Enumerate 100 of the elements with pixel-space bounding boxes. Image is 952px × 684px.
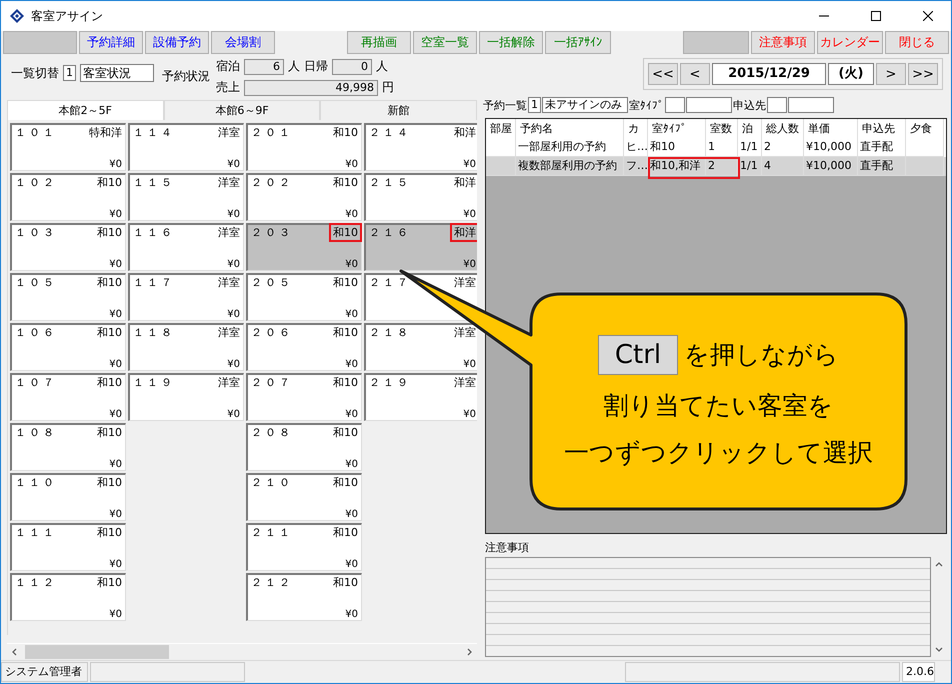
room-card[interactable]: １１０ 和10 ¥0 [10,473,126,521]
toolbar-button[interactable]: 空室一覧 [413,31,477,54]
room-card[interactable]: ２１９ 洋室 ¥0 [364,373,477,421]
room-type: 和10 [96,325,123,341]
room-card[interactable]: ２１０ 和10 ¥0 [246,473,362,521]
room-card[interactable]: １０２ 和10 ¥0 [10,173,126,221]
room-number: ２０５ [251,275,294,291]
room-card[interactable]: ２１４ 和洋 ¥0 [364,123,477,171]
room-number: １０８ [15,425,58,441]
room-type-code-field[interactable] [665,97,685,113]
room-card[interactable]: ２０８ 和10 ¥0 [246,423,362,471]
room-card[interactable]: １１８ 洋室 ¥0 [128,323,244,371]
toolbar-button[interactable]: 設備予約 [145,31,209,54]
first-button[interactable]: << [648,63,678,85]
room-type: 洋室 [453,275,477,291]
next-button[interactable]: > [876,63,906,85]
room-card[interactable]: １１６ 洋室 ¥0 [128,223,244,271]
room-card[interactable]: ２１６ 和洋 ¥0 [364,223,477,271]
room-card[interactable]: １０８ 和10 ¥0 [10,423,126,471]
field-label: 予約一覧 [483,98,527,112]
day-count-field: 0 [332,58,372,74]
room-price: ¥0 [227,209,240,220]
room-type-field[interactable] [686,97,732,113]
room-card[interactable]: １０６ 和10 ¥0 [10,323,126,371]
room-type: 和10 [96,475,123,491]
source-code-field[interactable] [767,97,787,113]
room-type: 和10 [332,375,359,391]
room-card[interactable]: １０１ 特和洋 ¥0 [10,123,126,171]
room-card[interactable]: １１２ 和10 ¥0 [10,573,126,621]
room-price: ¥0 [109,559,122,570]
scroll-right-icon[interactable] [465,648,473,656]
scrollbar-thumb[interactable] [25,645,169,659]
room-number: １１０ [15,475,58,491]
room-number: ２０８ [251,425,294,441]
room-price: ¥0 [345,509,358,520]
room-number: １１２ [15,575,58,591]
room-price: ¥0 [345,609,358,620]
date-field[interactable]: 2015/12/29 [712,63,826,85]
room-number: ２１２ [251,575,294,591]
tab[interactable]: 新館 [320,100,478,120]
room-card[interactable]: ２１２ 和10 ¥0 [246,573,362,621]
field-label: 売上 [216,79,240,96]
room-card[interactable]: ２０３ 和10 ¥0 [246,223,362,271]
room-type: 和10 [96,375,123,391]
room-card[interactable]: ２１１ 和10 ¥0 [246,523,362,571]
scroll-left-icon[interactable] [11,648,19,656]
app-icon [9,8,25,24]
room-card[interactable]: １１９ 洋室 ¥0 [128,373,244,421]
filter-field[interactable]: 未アサインのみ [542,97,628,113]
code-field[interactable]: 1 [63,65,76,81]
table-row[interactable]: 複数部屋利用の予約 フ… 和10,和洋 2 1/1 4 ¥10,000 直手配 [486,157,946,176]
code-field[interactable]: 1 [528,97,541,113]
room-type: 洋室 [217,375,241,391]
room-number: ２１０ [251,475,294,491]
room-card[interactable]: ２１５ 和洋 ¥0 [364,173,477,221]
table-cell: 1/1 [738,157,762,176]
room-number: １１６ [133,225,176,241]
room-number: １０３ [15,225,58,241]
room-number: ２０１ [251,125,294,141]
prev-button[interactable]: < [680,63,710,85]
room-card[interactable]: １０７ 和10 ¥0 [10,373,126,421]
last-button[interactable]: >> [908,63,938,85]
room-type: 洋室 [453,325,477,341]
room-price: ¥0 [109,409,122,420]
room-type: 和10 [96,225,123,241]
scroll-up-icon[interactable] [935,561,943,569]
room-card[interactable]: ２０６ 和10 ¥0 [246,323,362,371]
room-number: ２１４ [369,125,412,141]
room-card[interactable]: １１５ 洋室 ¥0 [128,173,244,221]
room-card[interactable]: ２０１ 和10 ¥0 [246,123,362,171]
room-card[interactable]: １１４ 洋室 ¥0 [128,123,244,171]
unit-label: 人 [376,58,388,75]
table-row[interactable]: 一部屋利用の予約 ヒ… 和10 1 1/1 2 ¥10,000 直手配 [486,138,946,157]
toolbar-button[interactable]: 会場割 [211,31,275,54]
weekday-field: (火) [828,63,874,85]
callout-text: 一つずつクリックして選択 [564,436,873,468]
room-card[interactable]: ２０２ 和10 ¥0 [246,173,362,221]
toolbar-button[interactable]: 一括解除 [479,31,543,54]
room-card[interactable]: １１１ 和10 ¥0 [10,523,126,571]
room-card[interactable]: １０５ 和10 ¥0 [10,273,126,321]
toolbar-button[interactable]: 予約詳細 [79,31,143,54]
room-type: 和10 [96,525,123,541]
room-number: ２１８ [369,325,412,341]
room-card[interactable]: １１７ 洋室 ¥0 [128,273,244,321]
room-type: 和10 [332,275,359,291]
toolbar-button[interactable]: 一括ｱｻｲﾝ [545,31,611,54]
room-card[interactable]: １０３ 和10 ¥0 [10,223,126,271]
source-field[interactable] [788,97,834,113]
tab[interactable]: 本館2～5F [7,100,164,120]
toolbar-button[interactable]: 再描画 [347,31,411,54]
room-card[interactable]: ２１８ 洋室 ¥0 [364,323,477,371]
scroll-down-icon[interactable] [935,645,943,653]
view-field[interactable]: 客室状況 [80,64,154,82]
notes-field[interactable] [485,557,931,657]
room-card[interactable]: ２０７ 和10 ¥0 [246,373,362,421]
room-type: 洋室 [217,225,241,241]
tab[interactable]: 本館6～9F [164,100,320,120]
stay-count-field: 6 [244,58,284,74]
room-card[interactable]: ２０５ 和10 ¥0 [246,273,362,321]
callout-text: を押しながら [684,339,840,371]
